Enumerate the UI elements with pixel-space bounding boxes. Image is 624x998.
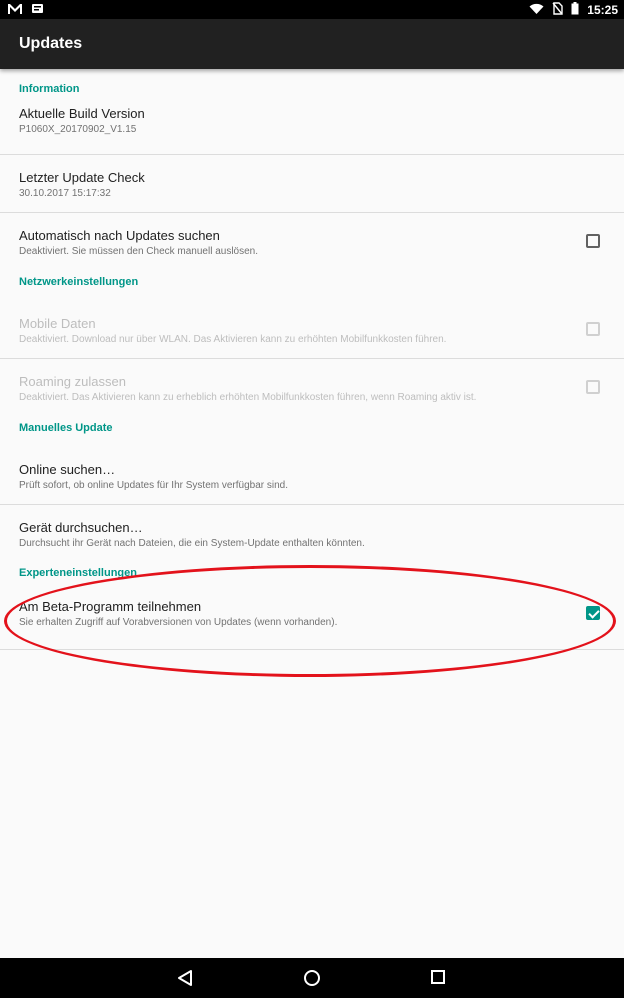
gmail-icon <box>7 2 23 20</box>
category-manual-update: Manuelles Update <box>19 422 113 434</box>
pref-title: Online suchen… <box>19 462 116 477</box>
pref-auto-check[interactable]: Automatisch nach Updates suchen Deaktivi… <box>0 213 624 271</box>
pref-title: Gerät durchsuchen… <box>19 520 143 535</box>
recents-icon[interactable] <box>430 969 446 990</box>
no-sim-icon <box>552 2 563 18</box>
pref-title: Automatisch nach Updates suchen <box>19 228 220 243</box>
pref-online-search[interactable]: Online suchen… Prüft sofort, ob online U… <box>0 446 624 505</box>
back-icon[interactable] <box>177 969 193 992</box>
category-information: Information <box>19 83 80 95</box>
mobile-data-checkbox <box>586 322 600 336</box>
roaming-checkbox <box>586 380 600 394</box>
auto-check-checkbox[interactable] <box>586 234 600 248</box>
beta-program-checkbox[interactable] <box>586 606 600 620</box>
pref-title: Am Beta-Programm teilnehmen <box>19 599 202 614</box>
status-bar: 15:25 <box>0 0 624 19</box>
preferences-list: Information Aktuelle Build Version P1060… <box>0 69 624 650</box>
pref-summary: Deaktiviert. Das Aktivieren kann zu erhe… <box>19 392 477 403</box>
pref-last-check[interactable]: Letzter Update Check 30.10.2017 15:17:32 <box>0 155 624 213</box>
pref-mobile-data: Mobile Daten Deaktiviert. Download nur ü… <box>0 300 624 359</box>
clock: 15:25 <box>587 3 618 17</box>
pref-title: Roaming zulassen <box>19 374 126 389</box>
home-icon[interactable] <box>303 969 321 992</box>
pref-build-version[interactable]: Aktuelle Build Version P1060X_20170902_V… <box>0 106 624 155</box>
wifi-icon <box>529 3 544 18</box>
app-bar: Updates <box>0 19 624 69</box>
pref-summary: Deaktiviert. Sie müssen den Check manuel… <box>19 246 259 257</box>
pref-summary: Durchsucht ihr Gerät nach Dateien, die e… <box>19 538 365 549</box>
pref-beta-program[interactable]: Am Beta-Programm teilnehmen Sie erhalten… <box>0 591 624 650</box>
pref-title: Mobile Daten <box>19 316 96 331</box>
pref-summary: Deaktiviert. Download nur über WLAN. Das… <box>19 334 447 345</box>
battery-icon <box>571 2 579 18</box>
pref-summary: 30.10.2017 15:17:32 <box>19 188 111 199</box>
pref-summary: Prüft sofort, ob online Updates für Ihr … <box>19 480 289 491</box>
pref-summary: P1060X_20170902_V1.15 <box>19 124 137 135</box>
category-expert: Experteneinstellungen <box>19 567 137 579</box>
pref-summary: Sie erhalten Zugriff auf Vorabversionen … <box>19 617 338 628</box>
navigation-bar <box>0 958 624 998</box>
pref-device-search[interactable]: Gerät durchsuchen… Durchsucht ihr Gerät … <box>0 505 624 563</box>
category-network: Netzwerkeinstellungen <box>19 276 139 288</box>
pref-title: Letzter Update Check <box>19 170 145 185</box>
pref-roaming: Roaming zulassen Deaktiviert. Das Aktivi… <box>0 359 624 417</box>
page-title: Updates <box>19 35 83 52</box>
message-icon <box>31 2 44 20</box>
pref-title: Aktuelle Build Version <box>19 106 145 121</box>
